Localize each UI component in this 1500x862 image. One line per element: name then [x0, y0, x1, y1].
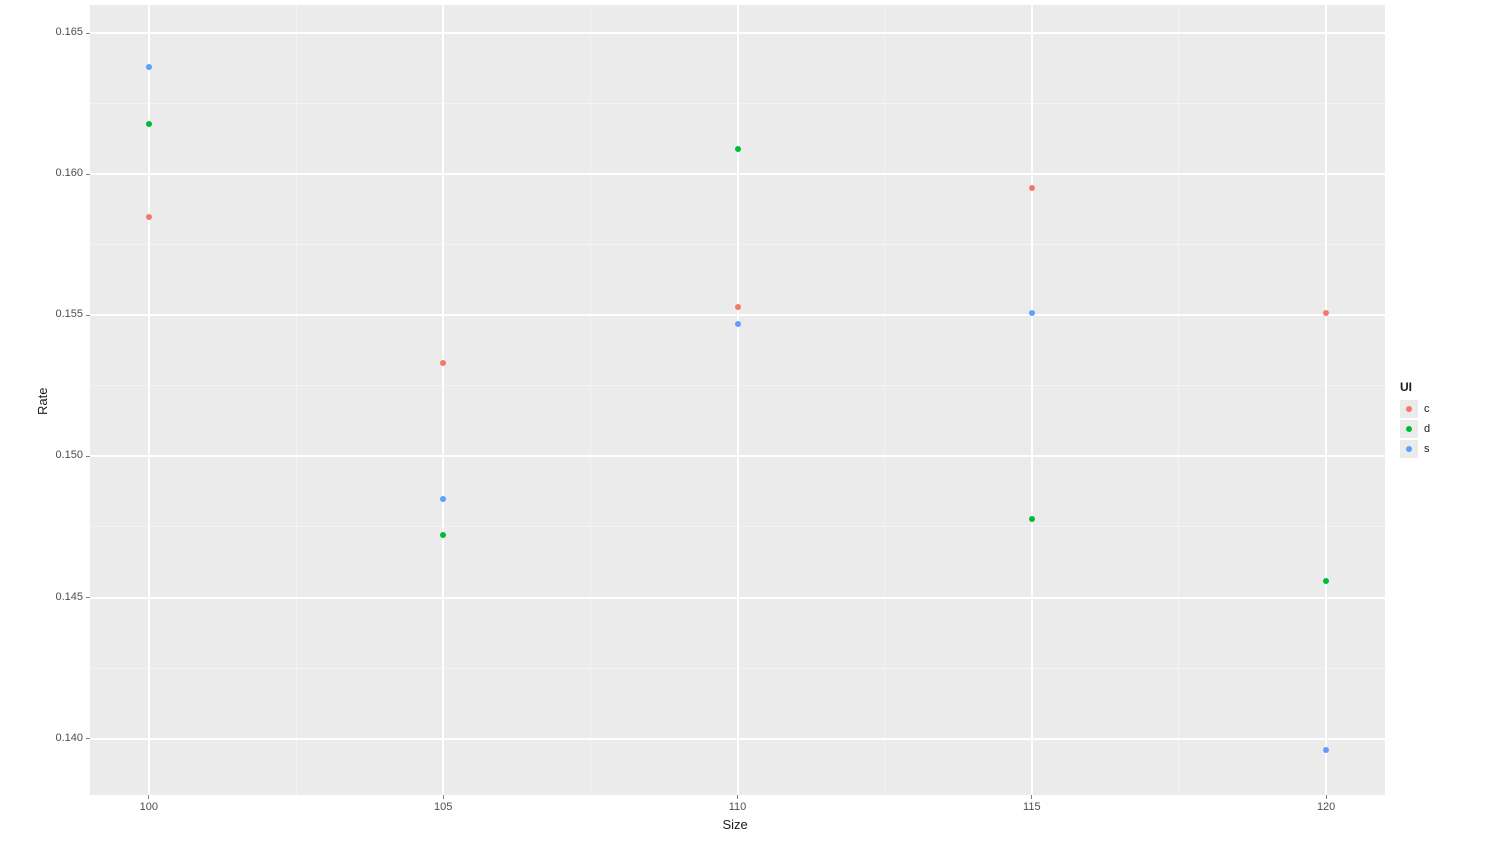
grid-minor-v — [1178, 5, 1179, 795]
grid-minor-v — [884, 5, 885, 795]
y-axis-title: Rate — [35, 388, 50, 415]
grid-major-h — [90, 173, 1385, 175]
legend-dot-icon — [1406, 446, 1412, 452]
legend-item: c — [1400, 400, 1430, 418]
legend-item: d — [1400, 420, 1430, 438]
data-point — [735, 304, 741, 310]
legend-item: s — [1400, 440, 1430, 458]
data-point — [146, 121, 152, 127]
legend: UI cds — [1400, 380, 1430, 460]
grid-major-h — [90, 738, 1385, 740]
data-point — [146, 64, 152, 70]
data-point — [1029, 185, 1035, 191]
grid-major-h — [90, 32, 1385, 34]
legend-key — [1400, 440, 1418, 458]
data-point — [440, 532, 446, 538]
x-tick — [1031, 795, 1032, 799]
legend-dot-icon — [1406, 406, 1412, 412]
y-tick — [86, 315, 90, 316]
data-point — [1029, 516, 1035, 522]
grid-major-h — [90, 597, 1385, 599]
y-tick-label: 0.165 — [45, 26, 83, 38]
legend-dot-icon — [1406, 426, 1412, 432]
x-tick-label: 120 — [1311, 801, 1341, 813]
legend-key — [1400, 400, 1418, 418]
y-tick — [86, 738, 90, 739]
grid-minor-v — [296, 5, 297, 795]
y-tick-label: 0.140 — [45, 732, 83, 744]
grid-major-v — [737, 5, 739, 795]
x-axis-title: Size — [723, 817, 748, 832]
x-tick — [1326, 795, 1327, 799]
grid-minor-v — [590, 5, 591, 795]
grid-major-h — [90, 455, 1385, 457]
data-point — [440, 360, 446, 366]
grid-major-h — [90, 314, 1385, 316]
x-tick-label: 100 — [134, 801, 164, 813]
grid-major-v — [442, 5, 444, 795]
x-tick-label: 105 — [428, 801, 458, 813]
x-tick-label: 115 — [1017, 801, 1047, 813]
y-tick — [86, 174, 90, 175]
legend-label: s — [1424, 443, 1430, 455]
x-tick — [737, 795, 738, 799]
legend-key — [1400, 420, 1418, 438]
y-tick-label: 0.160 — [45, 167, 83, 179]
data-point — [735, 321, 741, 327]
grid-major-v — [1325, 5, 1327, 795]
x-tick-label: 110 — [723, 801, 753, 813]
y-tick — [86, 456, 90, 457]
data-point — [146, 214, 152, 220]
y-tick — [86, 597, 90, 598]
data-point — [1029, 310, 1035, 316]
y-tick — [86, 33, 90, 34]
chart-container: Rate Size UI cds 100 105 110 115 120 0.140 0.1… — [0, 0, 1500, 862]
legend-label: d — [1424, 423, 1430, 435]
data-point — [1323, 310, 1329, 316]
legend-label: c — [1424, 403, 1430, 415]
legend-title: UI — [1400, 380, 1430, 394]
data-point — [1323, 578, 1329, 584]
grid-major-v — [1031, 5, 1033, 795]
data-point — [1323, 747, 1329, 753]
y-tick-label: 0.155 — [45, 308, 83, 320]
data-point — [735, 146, 741, 152]
y-tick-label: 0.145 — [45, 591, 83, 603]
data-point — [440, 496, 446, 502]
y-tick-label: 0.150 — [45, 449, 83, 461]
x-tick — [443, 795, 444, 799]
x-tick — [148, 795, 149, 799]
